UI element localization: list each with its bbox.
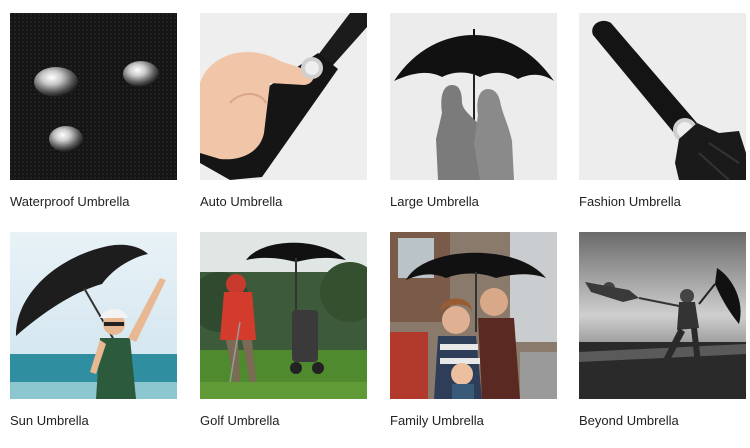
windblown-umbrella-storm-image[interactable] (579, 232, 746, 399)
product-card-beyond[interactable]: Beyond Umbrella (579, 232, 746, 428)
folded-umbrella-handle-image[interactable] (579, 13, 746, 180)
product-label[interactable]: Auto Umbrella (200, 194, 282, 210)
product-label[interactable]: Sun Umbrella (10, 413, 89, 429)
family-under-umbrella-image[interactable] (390, 232, 557, 399)
product-card-auto[interactable]: Auto Umbrella (200, 13, 367, 209)
product-card-large[interactable]: Large Umbrella (390, 13, 557, 209)
product-card-fashion[interactable]: Fashion Umbrella (579, 13, 746, 209)
woman-on-beach-with-umbrella-image[interactable] (10, 232, 177, 399)
product-card-family[interactable]: Family Umbrella (390, 232, 557, 428)
hand-pressing-auto-button-image[interactable] (200, 13, 367, 180)
fabric-water-drops-image[interactable] (10, 13, 177, 180)
product-label[interactable]: Waterproof Umbrella (10, 194, 129, 210)
product-card-waterproof[interactable]: Waterproof Umbrella (10, 13, 177, 209)
product-label[interactable]: Beyond Umbrella (579, 413, 679, 429)
golfer-with-umbrella-image[interactable] (200, 232, 367, 399)
product-label[interactable]: Golf Umbrella (200, 413, 279, 429)
product-card-golf[interactable]: Golf Umbrella (200, 232, 367, 428)
product-label[interactable]: Fashion Umbrella (579, 194, 681, 210)
product-card-sun[interactable]: Sun Umbrella (10, 232, 177, 428)
couple-under-large-umbrella-image[interactable] (390, 13, 557, 180)
product-label[interactable]: Large Umbrella (390, 194, 479, 210)
product-label[interactable]: Family Umbrella (390, 413, 484, 429)
